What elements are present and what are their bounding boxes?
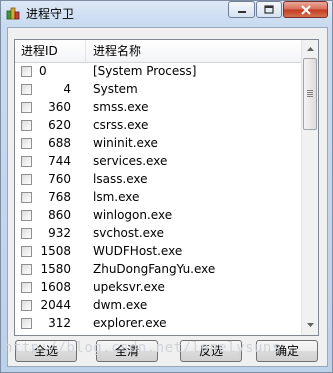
row-pid: 360 [48,100,71,114]
row-pid: 932 [48,226,71,240]
row-checkbox[interactable] [21,192,32,203]
table-row[interactable]: 760 lsass.exe [15,171,301,189]
row-process-name: dwm.exe [93,298,148,312]
row-checkbox[interactable] [21,102,32,113]
row-pid: 4 [63,82,71,96]
scroll-up-arrow-icon [307,47,314,51]
row-checkbox[interactable] [21,120,32,131]
vertical-scrollbar[interactable] [301,40,318,335]
row-checkbox[interactable] [21,84,32,95]
row-checkbox[interactable] [21,318,32,329]
title-bar[interactable]: 进程守卫 [0,0,333,26]
row-checkbox[interactable] [21,228,32,239]
row-process-name: wininit.exe [93,136,158,150]
table-row[interactable]: 768 lsm.exe [15,189,301,207]
list-header: 进程ID 进程名称 [15,40,301,63]
row-process-name: WUDFHost.exe [93,244,183,258]
row-process-name: csrss.exe [93,118,149,132]
row-process-name: smss.exe [93,100,149,114]
row-pid: 860 [48,208,71,222]
row-pid: 1580 [40,262,71,276]
row-pid: 0 [39,64,47,78]
column-header-pid[interactable]: 进程ID [15,40,86,62]
row-process-name: System [93,82,138,96]
table-row[interactable]: 0 [System Process] [15,63,301,81]
row-process-name: svchost.exe [93,226,164,240]
row-pid: 2044 [40,298,71,312]
row-checkbox[interactable] [21,300,32,311]
row-pid: 1508 [40,244,71,258]
process-list[interactable]: 进程ID 进程名称 0 [System Process] 4 System 36… [14,39,319,336]
clear-all-button[interactable]: 全清 [96,340,158,362]
select-all-button[interactable]: 全选 [15,340,77,362]
table-row[interactable]: 932 svchost.exe [15,225,301,243]
row-process-name: lsm.exe [93,190,140,204]
column-header-name[interactable]: 进程名称 [87,40,301,62]
row-pid: 1608 [40,280,71,294]
row-pid: 768 [48,190,71,204]
row-checkbox[interactable] [21,174,32,185]
minimize-icon [237,10,246,13]
row-checkbox[interactable] [21,282,32,293]
row-process-name: explorer.exe [93,316,167,330]
scroll-down-button[interactable] [303,317,318,333]
ok-button[interactable]: 确定 [256,340,318,362]
row-pid: 744 [48,154,71,168]
maximize-icon [264,5,274,14]
row-checkbox[interactable] [21,210,32,221]
table-row[interactable]: 1580 ZhuDongFangYu.exe [15,261,301,279]
table-row[interactable]: 1608 upeksvr.exe [15,279,301,297]
window-title: 进程守卫 [26,7,75,21]
table-row[interactable]: 312 explorer.exe [15,315,301,333]
maximize-button[interactable] [256,1,282,18]
row-pid: 620 [48,118,71,132]
row-checkbox[interactable] [21,138,32,149]
table-row[interactable]: 1508 WUDFHost.exe [15,243,301,261]
scroll-up-button[interactable] [303,41,318,57]
scrollbar-thumb[interactable] [303,58,317,130]
row-process-name: upeksvr.exe [93,280,165,294]
invert-selection-button[interactable]: 反选 [180,340,242,362]
row-process-name: winlogon.exe [93,208,173,222]
row-pid: 688 [48,136,71,150]
row-pid: 312 [48,316,71,330]
row-checkbox[interactable] [21,264,32,275]
table-row[interactable]: 860 winlogon.exe [15,207,301,225]
table-row[interactable]: 360 smss.exe [15,99,301,117]
minimize-button[interactable] [228,1,255,18]
close-button[interactable] [283,1,328,18]
row-process-name: [System Process] [93,64,197,78]
table-row[interactable]: 688 wininit.exe [15,135,301,153]
scroll-down-arrow-icon [307,323,314,327]
row-checkbox[interactable] [21,156,32,167]
row-checkbox[interactable] [21,66,32,77]
table-row[interactable]: 4 System [15,81,301,99]
row-pid: 760 [48,172,71,186]
close-icon [300,4,311,15]
row-process-name: lsass.exe [93,172,148,186]
table-row[interactable]: 2044 dwm.exe [15,297,301,315]
table-row[interactable]: 620 csrss.exe [15,117,301,135]
table-row[interactable]: 744 services.exe [15,153,301,171]
app-icon [6,6,20,20]
row-checkbox[interactable] [21,246,32,257]
row-process-name: services.exe [93,154,168,168]
row-process-name: ZhuDongFangYu.exe [93,262,216,276]
